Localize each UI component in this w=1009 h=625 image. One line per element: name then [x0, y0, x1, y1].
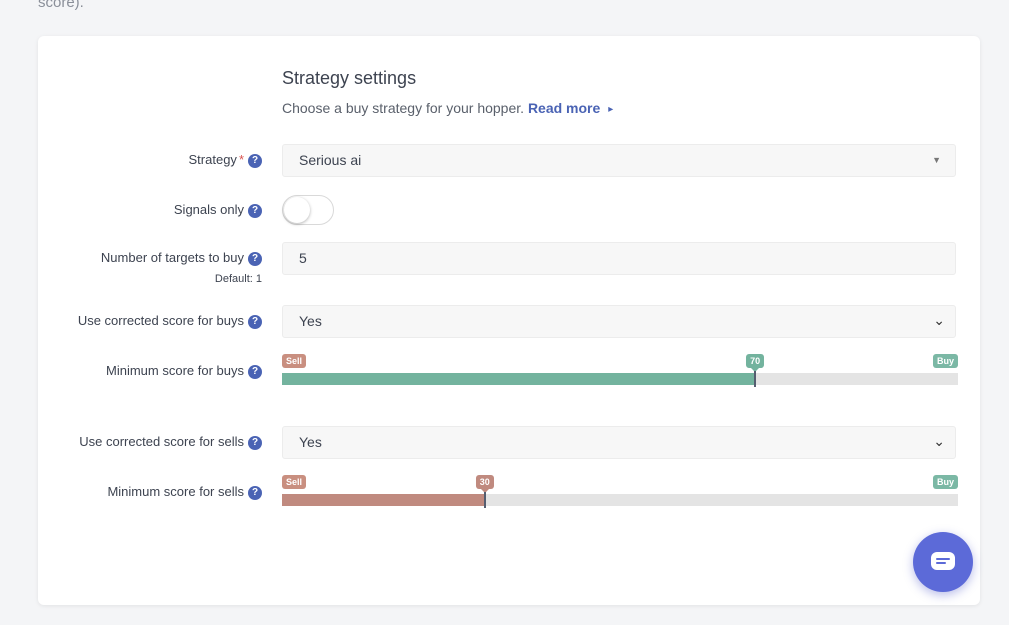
corrected-sells-label: Use corrected score for sells?: [79, 434, 262, 450]
corrected-buys-value: Yes: [299, 313, 322, 329]
help-icon[interactable]: ?: [248, 154, 262, 168]
corrected-sells-value: Yes: [299, 434, 322, 450]
section-title: Strategy settings: [282, 68, 417, 88]
buy-tag: Buy: [932, 354, 958, 368]
sell-tag: Sell: [282, 475, 307, 489]
help-icon[interactable]: ?: [248, 315, 262, 329]
min-sells-label: Minimum score for sells?: [107, 484, 262, 500]
caret-right-icon: ▸: [608, 104, 614, 115]
help-icon[interactable]: ?: [248, 204, 262, 218]
slider-track[interactable]: [282, 371, 958, 387]
corrected-sells-select[interactable]: Yes ⌄: [282, 426, 956, 459]
strategy-label: Strategy *?: [189, 152, 262, 168]
sell-tag: Sell: [282, 354, 307, 368]
slider-track[interactable]: [282, 492, 958, 508]
min-buys-label-text: Minimum score for buys: [106, 363, 244, 378]
chevron-down-icon: ⌄: [933, 312, 945, 328]
section-subtitle: Choose a buy strategy for your hopper. R…: [282, 100, 613, 116]
buy-tag: Buy: [932, 475, 958, 489]
strategy-settings-card: Strategy settings Choose a buy strategy …: [38, 36, 980, 605]
read-more-link[interactable]: Read more: [528, 100, 600, 116]
strategy-select[interactable]: Serious ai ▼: [282, 144, 956, 177]
slider-value-tag: 30: [475, 475, 494, 493]
corrected-buys-label: Use corrected score for buys?: [78, 313, 262, 329]
signals-only-label-text: Signals only: [173, 202, 244, 217]
targets-label: Number of targets to buy?: [101, 250, 262, 266]
strategy-label-text: Strategy: [188, 152, 237, 167]
signals-only-label: Signals only?: [174, 202, 262, 218]
subtitle-text: Choose a buy strategy for your hopper.: [282, 100, 525, 116]
help-icon[interactable]: ?: [248, 365, 262, 379]
min-buys-slider[interactable]: Sell 70 Buy: [282, 354, 958, 398]
slider-fill: [282, 494, 485, 506]
chat-icon: [931, 552, 955, 570]
strategy-select-value: Serious ai: [299, 152, 362, 168]
chevron-down-icon: ⌄: [933, 433, 945, 449]
corrected-buys-label-text: Use corrected score for buys: [77, 313, 244, 328]
targets-label-text: Number of targets to buy: [100, 250, 244, 265]
min-buys-label: Minimum score for buys?: [106, 363, 262, 379]
corrected-buys-select[interactable]: Yes ⌄: [282, 305, 956, 338]
min-sells-label-text: Minimum score for sells: [107, 484, 244, 499]
targets-default-hint: Default: 1: [214, 273, 262, 285]
required-mark: *: [238, 152, 244, 167]
caret-down-icon: ▼: [932, 155, 941, 165]
slider-handle[interactable]: [483, 492, 486, 508]
toggle-knob: [284, 197, 310, 223]
signals-only-toggle[interactable]: [282, 195, 334, 225]
slider-handle[interactable]: [754, 371, 757, 387]
min-sells-slider[interactable]: Sell 30 Buy: [282, 475, 958, 519]
chat-button[interactable]: [913, 532, 973, 592]
corrected-sells-label-text: Use corrected score for sells: [79, 434, 244, 449]
targets-input[interactable]: 5: [282, 242, 956, 275]
targets-input-value: 5: [299, 250, 307, 266]
slider-fill: [282, 373, 756, 385]
page-text-fragment: score).: [38, 0, 84, 11]
help-icon[interactable]: ?: [248, 486, 262, 500]
help-icon[interactable]: ?: [248, 436, 262, 450]
slider-value-tag: 70: [746, 354, 765, 372]
help-icon[interactable]: ?: [248, 252, 262, 266]
